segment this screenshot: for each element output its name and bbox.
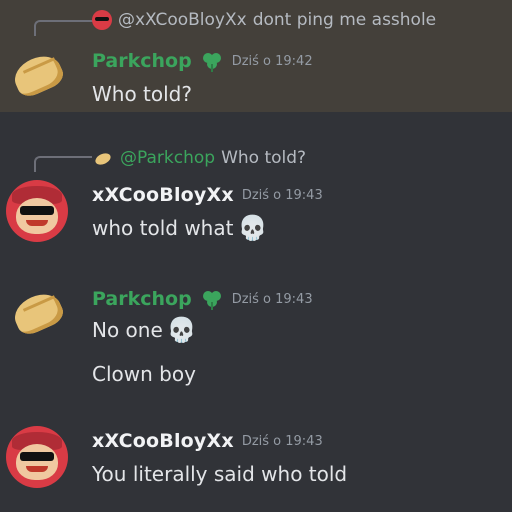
message-3[interactable]: Parkchop Dziś o 19:43 No one 💀 Clown boy	[0, 280, 512, 390]
reply-connector	[34, 20, 94, 36]
clover-badge-icon	[202, 53, 221, 72]
avatar[interactable]	[6, 426, 68, 488]
message-line: You literally said who told	[92, 462, 348, 486]
avatar[interactable]	[6, 282, 68, 344]
sunglasses-icon	[20, 452, 54, 461]
skull-icon: 💀	[166, 316, 197, 344]
message-line: No one	[92, 318, 163, 342]
sunglasses-icon	[20, 206, 54, 215]
dumpling-shape	[9, 287, 67, 339]
message-header: Parkchop Dziś o 19:42	[92, 48, 313, 74]
message-line: who told what	[92, 216, 234, 240]
reply-text: Who told?	[221, 148, 307, 168]
reply-avatar	[92, 10, 112, 30]
reply-author[interactable]: @Parkchop	[120, 148, 215, 168]
message-header: xXCooBloyXx Dziś o 19:43	[92, 182, 323, 208]
message-text: who told what 💀	[92, 216, 267, 240]
timestamp[interactable]: Dziś o 19:43	[232, 292, 313, 307]
reply-avatar	[92, 147, 114, 169]
message-header: xXCooBloyXx Dziś o 19:43	[92, 428, 323, 454]
clown-face	[16, 444, 58, 480]
reply-author[interactable]: @xXCooBloyXx	[118, 10, 247, 30]
message-text: Who told?	[92, 82, 192, 106]
dumpling-shape	[9, 49, 67, 101]
reply-text: dont ping me asshole	[252, 10, 437, 30]
message-2[interactable]: @Parkchop Who told? xXCooBloyXx Dziś o 1…	[0, 138, 512, 258]
message-line: Clown boy	[92, 362, 196, 386]
author-name[interactable]: xXCooBloyXx	[92, 430, 234, 452]
clown-mouth	[26, 220, 48, 226]
avatar[interactable]	[6, 44, 68, 106]
message-header: Parkchop Dziś o 19:43	[92, 286, 313, 312]
timestamp[interactable]: Dziś o 19:43	[242, 188, 323, 203]
author-name[interactable]: Parkchop	[92, 288, 192, 310]
timestamp[interactable]: Dziś o 19:43	[242, 434, 323, 449]
avatar[interactable]	[6, 180, 68, 242]
message-text: Clown boy	[92, 362, 196, 386]
clown-mouth	[26, 466, 48, 472]
author-name[interactable]: xXCooBloyXx	[92, 184, 234, 206]
clover-badge-icon	[202, 291, 221, 310]
reply-preview[interactable]: @xXCooBloyXx dont ping me asshole	[92, 8, 436, 32]
message-1[interactable]: @xXCooBloyXx dont ping me asshole Parkch…	[0, 0, 512, 112]
author-name[interactable]: Parkchop	[92, 50, 192, 72]
clown-face	[16, 198, 58, 234]
skull-icon: 💀	[237, 214, 268, 242]
reply-connector	[34, 156, 92, 172]
message-text: No one 💀	[92, 318, 197, 342]
reply-preview[interactable]: @Parkchop Who told?	[92, 146, 306, 170]
message-text: You literally said who told	[92, 462, 347, 486]
message-4[interactable]: xXCooBloyXx Dziś o 19:43 You literally s…	[0, 422, 512, 512]
timestamp[interactable]: Dziś o 19:42	[232, 54, 313, 69]
message-line: Who told?	[92, 82, 192, 106]
